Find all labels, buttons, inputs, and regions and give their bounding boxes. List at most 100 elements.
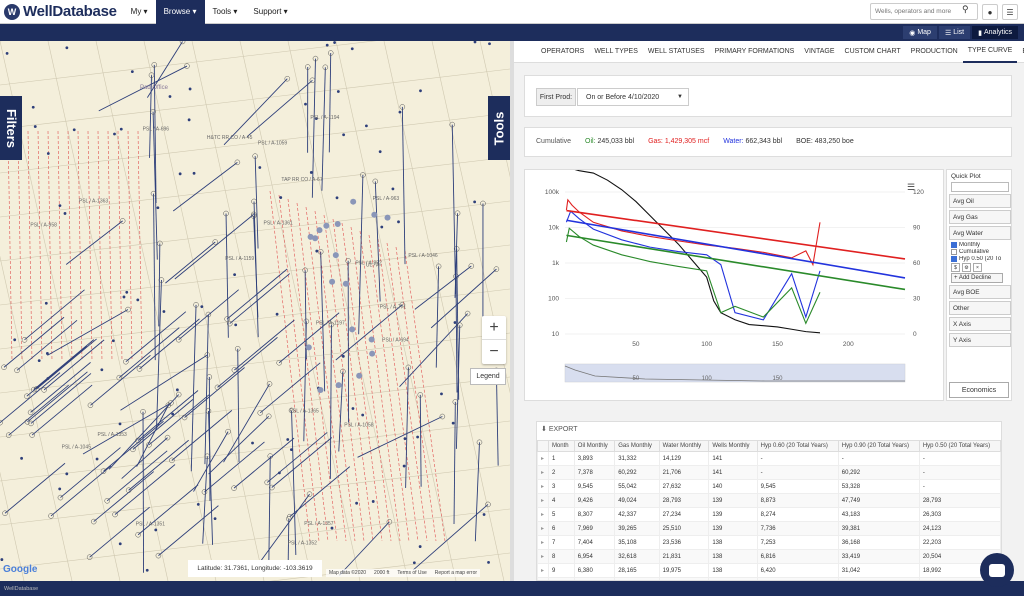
tab-custom-chart[interactable]: CUSTOM CHART (840, 41, 906, 63)
table-row[interactable]: ▸ 5 8,307 42,337 27,234 139 8,274 43,183 26,303 (537, 507, 1001, 522)
table-cell: 21,706 (658, 465, 710, 480)
table-cell: 138 (708, 563, 758, 578)
column-header[interactable]: Wells Monthly (708, 440, 758, 452)
column-header[interactable]: Hyp 0.90 (20 Total Years) (837, 440, 920, 452)
oil-cumulative: Oil: 245,033 bbl (585, 138, 634, 145)
table-row[interactable]: ▸ 3 9,545 55,042 27,632 140 9,545 53,328- (537, 479, 1001, 494)
table-cell: 138 (708, 549, 758, 564)
table-row[interactable]: ▸ 8 6,954 32,618 21,831 138 6,816 33,419 20,504 (537, 549, 1001, 564)
zoom-in-button[interactable]: + (482, 316, 506, 340)
column-header[interactable]: Water Monthly (658, 440, 710, 452)
table-cell: 7,378 (573, 465, 616, 480)
search-icon[interactable]: ⚲ (962, 4, 969, 15)
table-cell: 14,129 (658, 451, 710, 466)
tab-production[interactable]: PRODUCTION (906, 41, 963, 63)
coordinate-readout: Latitude: 31.7361, Longitude: -103.3619 (188, 560, 322, 577)
menu-item-3[interactable]: Support ▾ (245, 0, 295, 24)
table-row[interactable]: ▸ 6 7,969 39,265 25,510 139 7,736 39,381 24,123 (537, 521, 1001, 536)
column-header[interactable]: Oil Monthly (573, 440, 616, 452)
quick-plot-avg-water-button[interactable]: Avg Water (949, 226, 1011, 240)
tab-operators[interactable]: OPERATORS (536, 41, 589, 63)
table-cell: 139 (708, 493, 758, 508)
tab-primary-formations[interactable]: PRIMARY FORMATIONS (710, 41, 800, 63)
chart-menu-icon[interactable]: ☰ (907, 182, 915, 192)
table-row[interactable]: ▸ 4 9,426 49,024 28,793 139 8,873 47,749 28,793 (537, 493, 1001, 508)
menu-item-1[interactable]: Browse ▾ (155, 0, 205, 24)
map-footer-item[interactable]: 2000 ft (374, 570, 389, 576)
tab-well-types[interactable]: WELL TYPES (589, 41, 643, 63)
tab-well-statuses[interactable]: WELL STATUSES (643, 41, 710, 63)
monthly-checkbox[interactable]: Monthly (951, 242, 1007, 248)
legend-button[interactable]: Legend (470, 368, 506, 385)
logo[interactable]: W WellDatabase (4, 3, 117, 20)
expand-row-icon[interactable]: ▸ (537, 535, 549, 550)
view-tab-map[interactable]: ◉ Map (903, 26, 937, 39)
expand-row-icon[interactable]: ▸ (537, 479, 549, 494)
expand-row-icon[interactable]: ▸ (537, 465, 549, 480)
side-y-axis-button[interactable]: Y Axis (949, 333, 1011, 347)
table-row[interactable]: ▸ 1 3,893 31,332 14,129 141- - - (537, 451, 1001, 466)
map-footer-item[interactable]: Map data ©2020 (329, 570, 366, 576)
expand-row-icon[interactable]: ▸ (537, 493, 549, 508)
table-cell: 21,831 (658, 549, 710, 564)
boe-value: 483,250 boe (814, 138, 854, 145)
table-cell: 8,307 (573, 507, 616, 522)
view-tab-analytics[interactable]: ▮ Analytics (972, 26, 1018, 39)
table-row[interactable]: ▸ 9 6,380 28,165 19,975 138 6,420 31,042 18,992 (537, 563, 1001, 578)
chart-navigator[interactable]: 50 100 150 (564, 363, 906, 383)
type-curve-table: ⬇ EXPORT Month Oil Monthly Gas Monthly Wate… (536, 421, 1002, 581)
map-footer-item[interactable]: Terms of Use (397, 570, 426, 576)
expand-row-icon[interactable]: ▸ (537, 563, 549, 578)
quick-plot-select[interactable] (951, 182, 1009, 192)
column-header[interactable]: Gas Monthly (614, 440, 660, 452)
table-cell: 60,292 (614, 465, 660, 480)
cumulative-checkbox[interactable]: Cumulative (951, 249, 1007, 255)
chat-button[interactable] (980, 553, 1014, 587)
tab-vintage[interactable]: VINTAGE (799, 41, 839, 63)
expand-row-icon[interactable]: ▸ (537, 507, 549, 522)
gear-icon[interactable]: ⚙ (962, 263, 971, 272)
column-header[interactable]: Hyp 0.50 (20 Total Years) (918, 440, 1001, 452)
expand-row-icon[interactable]: ▸ (537, 549, 549, 564)
table-row[interactable]: ▸ 7 7,404 35,108 23,536 138 7,253 36,168 22,203 (537, 535, 1001, 550)
column-header[interactable] (537, 440, 549, 452)
dollar-icon[interactable]: $ (951, 263, 960, 272)
gas-value: 1,429,305 mcf (664, 138, 710, 145)
map-canvas[interactable]: PSL / A-1351 PSL / A-1352 PSL / A-1357 PSL … (0, 41, 510, 581)
side-x-axis-button[interactable]: X Axis (949, 317, 1011, 331)
map-panel[interactable]: PSL / A-1351 PSL / A-1352 PSL / A-1357 PSL … (0, 41, 510, 581)
table-cell: 42,337 (614, 507, 660, 522)
zoom-out-button[interactable]: − (482, 340, 506, 364)
parcel-label: PSL / A-771 (380, 305, 407, 311)
menu-item-2[interactable]: Tools ▾ (205, 0, 246, 24)
side-avg-boe-button[interactable]: Avg BOE (949, 285, 1011, 299)
expand-row-icon[interactable]: ▸ (537, 521, 549, 536)
tools-tab[interactable]: Tools (488, 96, 510, 160)
export-button[interactable]: ⬇ EXPORT (541, 425, 997, 437)
column-header[interactable]: Hyp 0.60 (20 Total Years) (756, 440, 839, 452)
map-footer-item[interactable]: Report a map error (435, 570, 477, 576)
table-cell: 138 (708, 535, 758, 550)
first-prod-select[interactable]: On or Before 4/10/2020 (577, 88, 689, 106)
filters-tab[interactable]: Filters (0, 96, 22, 160)
user-icon[interactable]: ● (982, 4, 998, 20)
close-icon[interactable]: × (973, 263, 982, 272)
parcel-label: PSL / A-1365 (290, 408, 319, 414)
add-decline-button[interactable]: + Add Decline (951, 273, 1003, 283)
menu-item-0[interactable]: My ▾ (123, 0, 156, 24)
hamburger-icon[interactable]: ☰ (1002, 4, 1018, 20)
economics-button[interactable]: Economics (949, 382, 1009, 398)
table-cell: 9,545 (573, 479, 616, 494)
quick-plot-avg-gas-button[interactable]: Avg Gas (949, 210, 1011, 224)
expand-row-icon[interactable]: ▸ (537, 451, 549, 466)
tab-type-curve[interactable]: TYPE CURVE (962, 41, 1018, 63)
quick-plot-avg-oil-button[interactable]: Avg Oil (949, 194, 1011, 208)
table-row[interactable]: ▸ 2 7,378 60,292 21,706 141-60,292- (537, 465, 1001, 480)
table-cell: 19,975 (658, 563, 710, 578)
table-cell: 1 (547, 451, 575, 466)
tab-economi[interactable]: ECONOMI (1017, 41, 1024, 63)
view-tab-list[interactable]: ☰ List (938, 26, 971, 39)
hyp-checkbox[interactable]: Hyp 0.50 (20 To (951, 256, 1007, 262)
side-other-button[interactable]: Other (949, 301, 1011, 315)
column-header[interactable]: Month (547, 440, 575, 452)
